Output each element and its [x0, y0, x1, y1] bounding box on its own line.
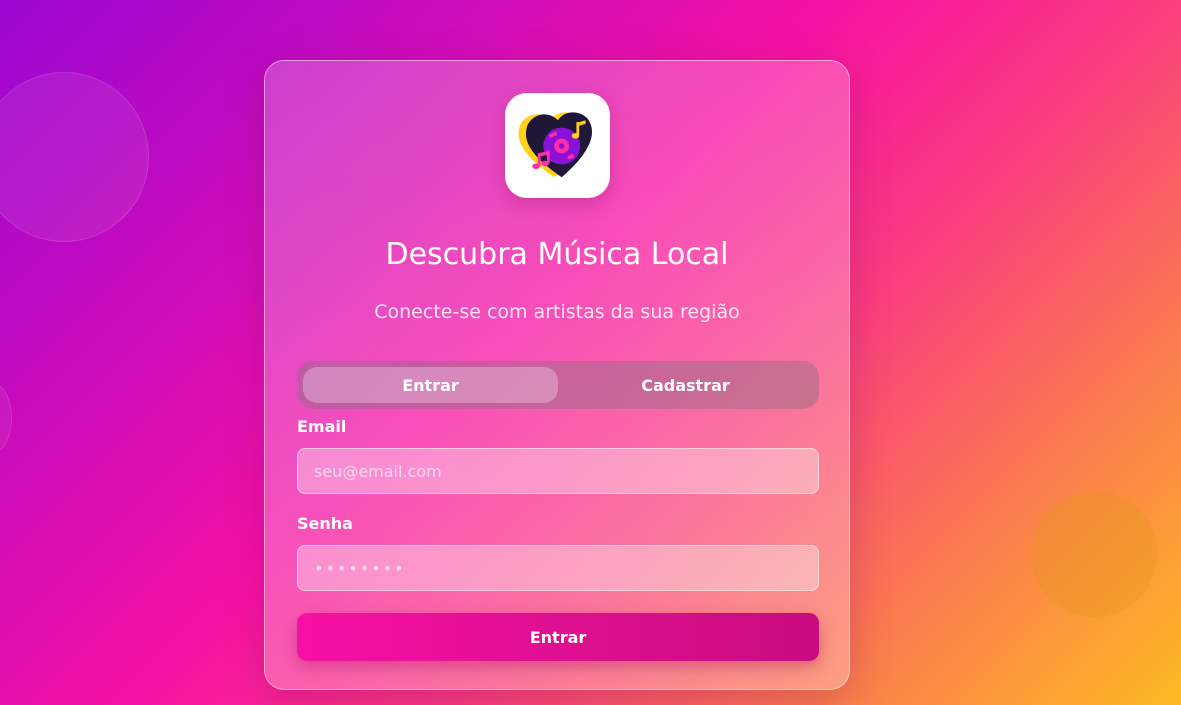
password-label: Senha: [297, 514, 353, 533]
app-logo: [505, 93, 610, 198]
background-circle: [0, 72, 149, 242]
auth-tabs: Entrar Cadastrar: [297, 361, 819, 409]
page-title: Descubra Música Local: [385, 237, 729, 272]
tab-register[interactable]: Cadastrar: [558, 367, 813, 403]
tab-login[interactable]: Entrar: [303, 367, 558, 403]
login-submit-button[interactable]: Entrar: [297, 613, 819, 661]
heart-vinyl-music-icon: [518, 111, 592, 177]
login-card: Descubra Música Local Conecte-se com art…: [264, 60, 850, 690]
email-label: Email: [297, 417, 347, 436]
email-input[interactable]: [297, 448, 819, 494]
background-circle: [0, 382, 12, 454]
page-subtitle: Conecte-se com artistas da sua região: [374, 301, 740, 323]
background-circle: [1031, 491, 1157, 617]
password-input[interactable]: [297, 545, 819, 591]
